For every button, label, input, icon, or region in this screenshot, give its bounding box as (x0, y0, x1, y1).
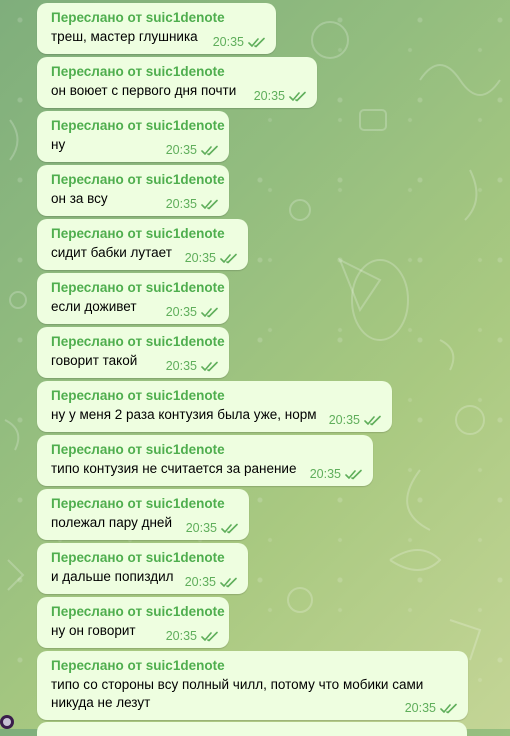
message-meta: 20:35 (310, 467, 363, 481)
message-bubble[interactable]: Переслано от suic1denote и дальше попизд… (37, 543, 248, 594)
message-bubble[interactable]: Переслано от suic1denote говорит такой 2… (37, 327, 229, 378)
forwarded-from-label[interactable]: Переслано от suic1denote (51, 658, 456, 674)
forwarded-from-label[interactable]: Переслано от suic1denote (51, 280, 225, 296)
message-bubble[interactable]: Переслано от suic1denote сидит бабки лут… (37, 219, 248, 270)
forwarded-from-label[interactable]: Переслано от suic1denote (51, 442, 361, 458)
message-bubble[interactable]: Переслано от suic1denote ну он говорит 2… (37, 597, 229, 648)
double-check-icon (345, 469, 362, 479)
double-check-icon (289, 91, 306, 101)
forwarded-from-label[interactable]: Переслано от suic1denote (51, 64, 305, 80)
message-time: 20:35 (184, 575, 216, 589)
message-bubble[interactable]: Переслано от suic1denote треш, мастер гл… (37, 3, 276, 54)
message-meta: 20:35 (405, 701, 458, 715)
double-check-icon (248, 37, 265, 47)
forwarded-from-label[interactable]: Переслано от suic1denote (51, 334, 225, 350)
forwarded-from-label[interactable]: Переслано от suic1denote (51, 10, 264, 26)
message-time: 20:35 (212, 35, 244, 49)
forwarded-from-label[interactable]: Переслано от suic1denote (51, 172, 225, 188)
next-message-bubble-partial[interactable] (37, 722, 467, 736)
double-check-icon (364, 415, 381, 425)
forwarded-from-label[interactable]: Переслано от suic1denote (51, 118, 225, 134)
message-text-line: типо со стороны всу полный чилл, потому … (51, 677, 424, 692)
message-bubble[interactable]: Переслано от suic1denote ну 20:35 (37, 111, 229, 162)
sender-avatar[interactable] (0, 715, 14, 729)
message-bubble[interactable]: Переслано от suic1denote он воюет с перв… (37, 57, 317, 108)
forwarded-from-label[interactable]: Переслано от suic1denote (51, 550, 236, 566)
double-check-icon (440, 703, 457, 713)
message-time: 20:35 (165, 359, 197, 373)
message-time: 20:35 (404, 701, 436, 715)
message-time: 20:35 (165, 143, 197, 157)
message-bubble[interactable]: Переслано от suic1denote типо контузия н… (37, 435, 373, 486)
forwarded-from-label[interactable]: Переслано от suic1denote (51, 496, 237, 512)
message-bubble[interactable]: Переслано от suic1denote он за всу 20:35 (37, 165, 229, 216)
double-check-icon (220, 253, 237, 263)
message-meta: 20:35 (186, 521, 239, 535)
message-meta: 20:35 (166, 359, 219, 373)
double-check-icon (221, 523, 238, 533)
message-time: 20:35 (165, 629, 197, 643)
message-time: 20:35 (328, 413, 360, 427)
message-text-line: никуда не лезут (51, 695, 151, 710)
message-meta: 20:35 (254, 89, 307, 103)
message-meta: 20:35 (166, 197, 219, 211)
message-bubble[interactable]: Переслано от suic1denote если доживет 20… (37, 273, 229, 324)
double-check-icon (201, 199, 218, 209)
message-time: 20:35 (253, 89, 285, 103)
double-check-icon (220, 577, 237, 587)
double-check-icon (201, 307, 218, 317)
message-time: 20:35 (309, 467, 341, 481)
message-meta: 20:35 (166, 143, 219, 157)
double-check-icon (201, 145, 218, 155)
message-meta: 20:35 (166, 305, 219, 319)
forwarded-from-label[interactable]: Переслано от suic1denote (51, 388, 380, 404)
message-meta: 20:35 (185, 251, 238, 265)
message-time: 20:35 (165, 197, 197, 211)
message-bubble[interactable]: Переслано от suic1denote полежал пару дн… (37, 489, 249, 540)
forwarded-from-label[interactable]: Переслано от suic1denote (51, 604, 225, 620)
forwarded-from-label[interactable]: Переслано от suic1denote (51, 226, 236, 242)
message-meta: 20:35 (213, 35, 266, 49)
message-meta: 20:35 (329, 413, 382, 427)
message-meta: 20:35 (185, 575, 238, 589)
double-check-icon (201, 361, 218, 371)
message-time: 20:35 (165, 305, 197, 319)
message-time: 20:35 (184, 251, 216, 265)
message-meta: 20:35 (166, 629, 219, 643)
double-check-icon (201, 631, 218, 641)
message-bubble[interactable]: Переслано от suic1denote типо со стороны… (37, 651, 468, 720)
message-time: 20:35 (185, 521, 217, 535)
message-bubble[interactable]: Переслано от suic1denote ну у меня 2 раз… (37, 381, 392, 432)
